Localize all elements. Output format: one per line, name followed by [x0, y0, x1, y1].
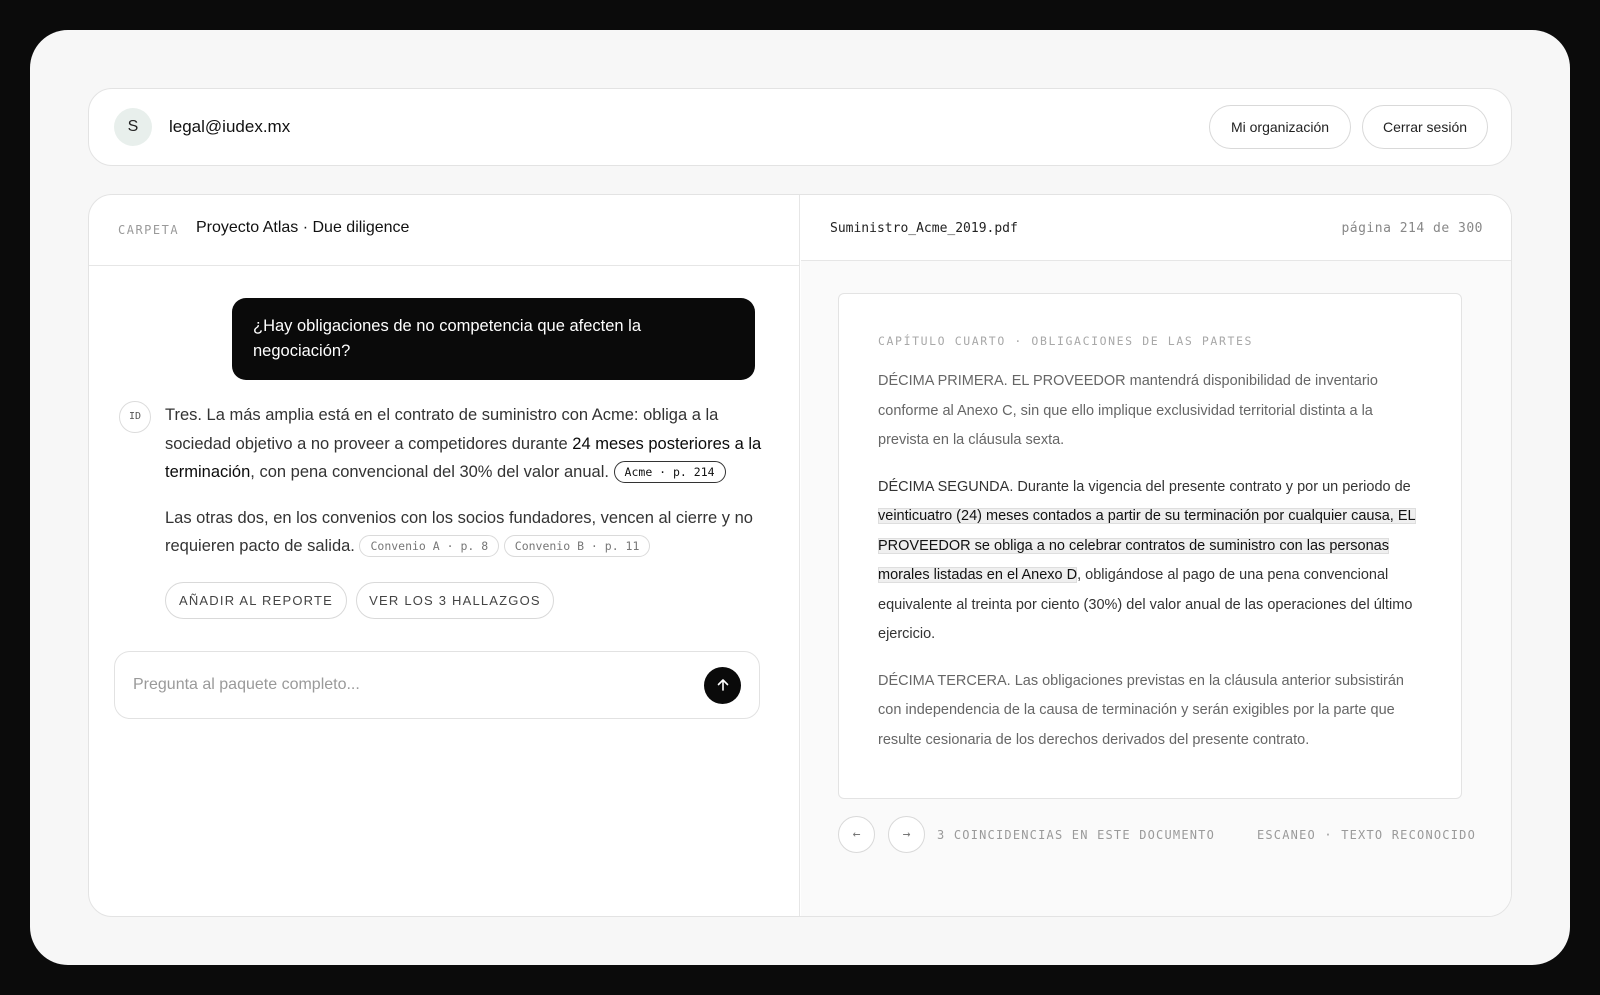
- logout-button[interactable]: Cerrar sesión: [1362, 105, 1488, 149]
- user-question-bubble: ¿Hay obligaciones de no competencia que …: [232, 298, 755, 380]
- clause-text: DÉCIMA SEGUNDA. Durante la vigencia del …: [878, 478, 1411, 495]
- answer-paragraph-2: Las otras dos, en los convenios con los …: [165, 504, 765, 561]
- folder-name[interactable]: Proyecto Atlas · Due diligence: [196, 219, 409, 237]
- app-frame: S legal@iudex.mx Mi organización Cerrar …: [30, 30, 1570, 965]
- viewer-header: Suministro_Acme_2019.pdf página 214 de 3…: [801, 195, 1511, 261]
- chat-panel: CARPETA Proyecto Atlas · Due diligence ¿…: [89, 195, 800, 916]
- match-count: 3 COINCIDENCIAS EN ESTE DOCUMENTO: [937, 828, 1216, 842]
- folder-label: CARPETA: [118, 223, 180, 237]
- document-page: CAPÍTULO CUARTO · OBLIGACIONES DE LAS PA…: [838, 293, 1462, 799]
- assistant-answer: Tres. La más amplia está en el contrato …: [165, 401, 765, 561]
- citation-convenio-a[interactable]: Convenio A · p. 8: [359, 535, 500, 557]
- clause-decima-primera: DÉCIMA PRIMERA. EL PROVEEDOR mantendrá d…: [878, 373, 1378, 448]
- chat-input[interactable]: [133, 652, 693, 718]
- clause-decima-segunda: DÉCIMA SEGUNDA. Durante la vigencia del …: [878, 473, 1423, 650]
- document-filename: Suministro_Acme_2019.pdf: [830, 221, 1018, 236]
- chat-input-box: [114, 651, 760, 719]
- scan-status: ESCANEO · TEXTO RECONOCIDO: [1256, 828, 1476, 842]
- assistant-avatar: ID: [119, 401, 151, 433]
- citation-acme[interactable]: Acme · p. 214: [613, 461, 726, 483]
- view-findings-button[interactable]: VER LOS 3 HALLAZGOS: [356, 582, 554, 619]
- avatar[interactable]: S: [114, 108, 152, 146]
- user-email: legal@iudex.mx: [169, 117, 291, 136]
- workspace-panel: CARPETA Proyecto Atlas · Due diligence ¿…: [88, 194, 1512, 917]
- clause-decima-tercera: DÉCIMA TERCERA. Las obligaciones previst…: [878, 672, 1405, 748]
- document-viewer: Suministro_Acme_2019.pdf página 214 de 3…: [801, 195, 1511, 916]
- answer-text: , con pena convencional del 30% del valo…: [250, 463, 614, 481]
- chat-header: CARPETA Proyecto Atlas · Due diligence: [89, 195, 799, 266]
- answer-paragraph-1: Tres. La más amplia está en el contrato …: [165, 401, 765, 487]
- chapter-heading: CAPÍTULO CUARTO · OBLIGACIONES DE LAS PA…: [878, 334, 1254, 348]
- send-button[interactable]: [704, 667, 741, 704]
- add-to-report-button[interactable]: AÑADIR AL REPORTE: [165, 582, 347, 619]
- my-organization-button[interactable]: Mi organización: [1209, 105, 1351, 149]
- previous-match-button[interactable]: ←: [838, 816, 875, 853]
- next-match-button[interactable]: →: [888, 816, 925, 853]
- page-indicator: página 214 de 300: [1341, 221, 1483, 236]
- arrow-up-icon: [717, 679, 728, 691]
- top-bar: S legal@iudex.mx Mi organización Cerrar …: [88, 88, 1512, 166]
- citation-convenio-b[interactable]: Convenio B · p. 11: [503, 535, 651, 557]
